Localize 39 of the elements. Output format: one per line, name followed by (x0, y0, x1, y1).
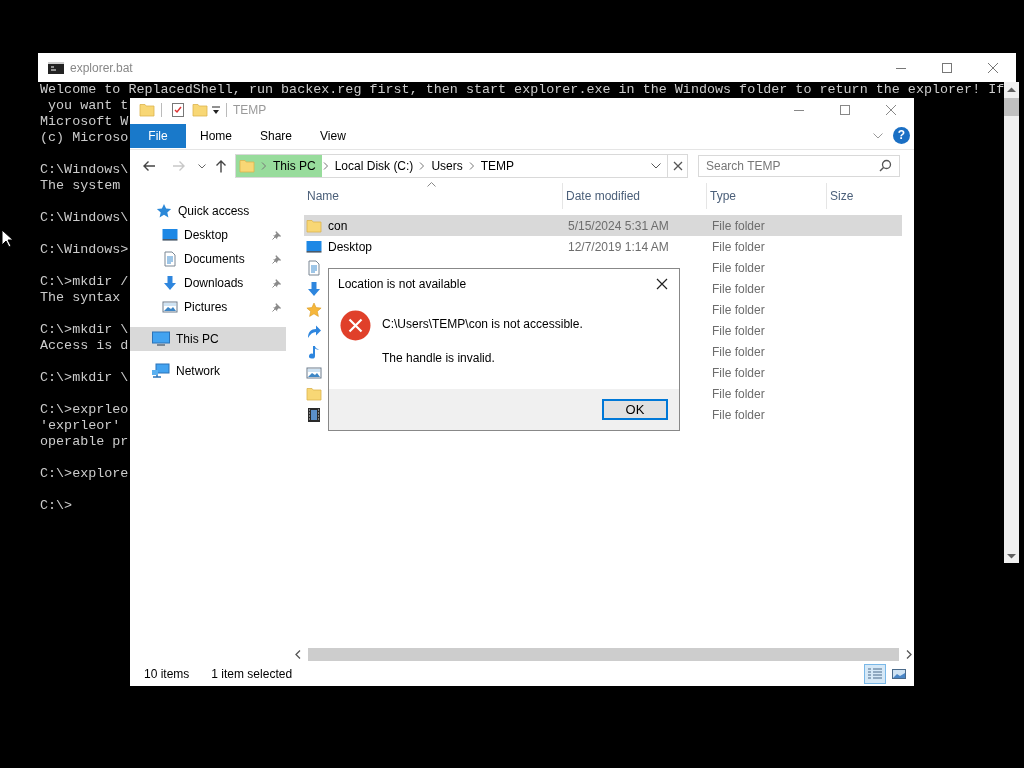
console-line: C:\Windows\ (40, 162, 129, 178)
console-line: The system (40, 178, 121, 194)
type-cell-text: File folder (711, 301, 766, 319)
console-line: 'exprleor' (40, 418, 121, 434)
console-line: C:\>explore (40, 466, 129, 482)
window-title: explorer.bat (70, 59, 133, 77)
file-name: con (328, 217, 348, 235)
error-message: C:\Users\TEMP\con is not accessible. (382, 316, 583, 333)
console-line: Microsoft W (40, 114, 129, 130)
console-line: The syntax (40, 290, 121, 306)
window-title: TEMP (233, 102, 267, 119)
file-name: Desktop (328, 238, 373, 256)
console-line: (c) Microso (40, 130, 129, 146)
console-line: you want t (47, 98, 129, 114)
type-cell-text: File folder (711, 280, 766, 298)
type-cell-text: File folder (711, 238, 766, 256)
console-line: Welcome to ReplacedShell, run backex.reg first, then start explorer.exe in the Windows folder to return the explorer! If (40, 82, 1005, 98)
type-cell-text: File folder (711, 406, 766, 424)
type-cell-text: File folder (711, 259, 766, 277)
type-cell-text: File folder (711, 385, 766, 403)
type-cell-text: File folder (711, 364, 766, 382)
date-cell: 12/7/2019 1:14 AM (568, 239, 669, 254)
date-cell: 5/15/2024 5:31 AM (568, 218, 669, 233)
type-cell-text: File folder (711, 343, 766, 361)
console-line: C:\>mkdir \ (40, 370, 129, 386)
error-detail: The handle is invalid. (382, 350, 496, 367)
console-line: C:\Windows> (40, 242, 129, 258)
console-line: C:\>mkdir / (40, 274, 129, 290)
type-cell-text: File folder (711, 217, 766, 235)
console-line: C:\>exprleo (40, 402, 129, 418)
item-count: 10 items (144, 666, 190, 683)
console-line: Access is d (40, 338, 129, 354)
selection-count: 1 item selected (211, 666, 293, 683)
console-line: C:\Windows\ (40, 210, 129, 226)
console-line: C:\> (40, 498, 73, 514)
console-line: C:\>mkdir \ (40, 322, 129, 338)
console-line: operable pr (40, 434, 129, 450)
type-cell-text: File folder (711, 322, 766, 340)
dialog-title: Location is not available (338, 276, 467, 293)
